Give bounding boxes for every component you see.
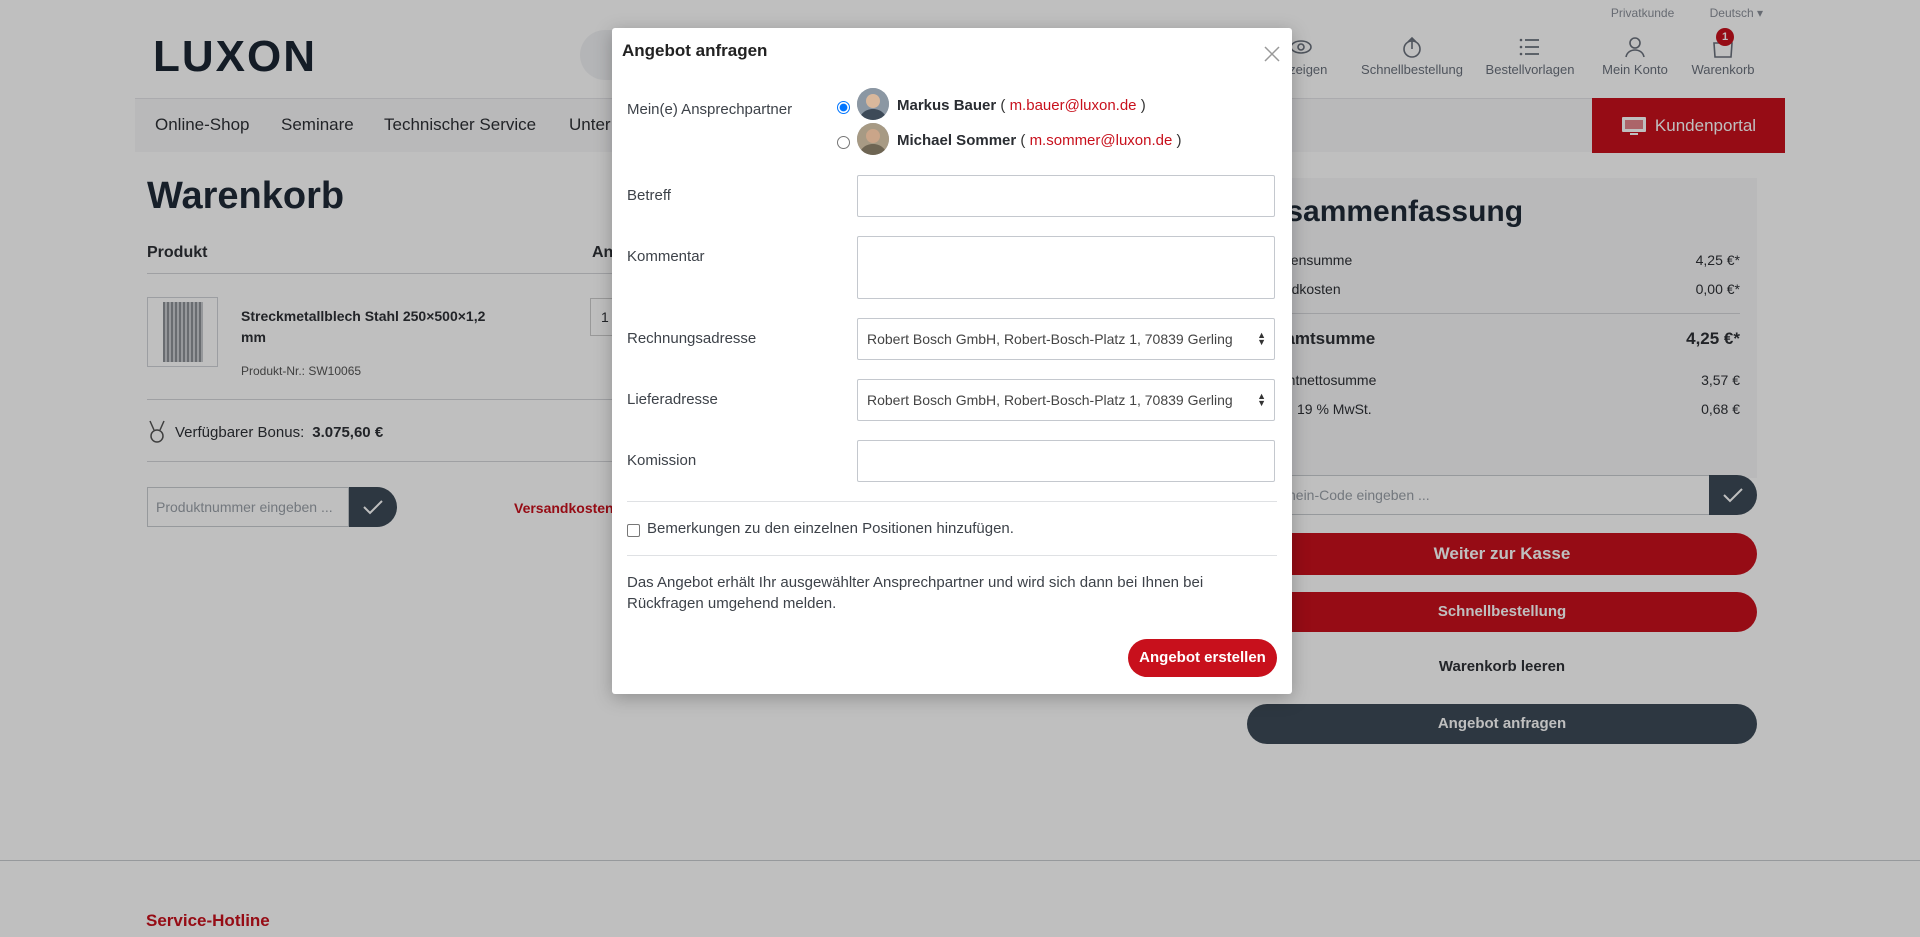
close-icon [1264,46,1280,62]
comment-label: Kommentar [627,248,705,265]
info-note: Das Angebot erhält Ihr ausgewählter Ansp… [627,574,1204,612]
close-button[interactable] [1260,42,1284,66]
subject-label: Betreff [627,187,671,204]
contact-bauer: Markus Bauer ( m.bauer@luxon.de ) [897,97,1146,114]
comment-textarea[interactable] [857,236,1275,299]
billing-address-select[interactable]: Robert Bosch GmbH, Robert-Bosch-Platz 1,… [857,318,1275,360]
commission-label: Komission [627,452,697,469]
billing-address-value: Robert Bosch GmbH, Robert-Bosch-Platz 1,… [867,331,1233,347]
divider [627,501,1277,502]
select-arrows-icon: ▲ ▼ [1257,391,1266,408]
avatar [857,123,889,155]
commission-input[interactable] [857,440,1275,482]
subject-input[interactable] [857,175,1275,217]
create-quote-button[interactable]: Angebot erstellen [1128,639,1277,677]
contact-radio-bauer[interactable] [837,101,850,114]
divider [627,555,1277,556]
contact-email-link[interactable]: m.sommer@luxon.de [1030,132,1173,149]
select-arrows-icon: ▲ ▼ [1257,330,1266,347]
avatar [857,88,889,120]
contact-label: Mein(e) Ansprechpartner [627,101,793,118]
delivery-address-label: Lieferadresse [627,391,718,408]
delivery-address-value: Robert Bosch GmbH, Robert-Bosch-Platz 1,… [867,392,1233,408]
contact-email-link[interactable]: m.bauer@luxon.de [1010,97,1137,114]
delivery-address-select[interactable]: Robert Bosch GmbH, Robert-Bosch-Platz 1,… [857,379,1275,421]
contact-name: Markus Bauer [897,97,997,114]
modal-title: Angebot anfragen [622,41,768,60]
request-quote-modal: Angebot anfragen Mein(e) Ansprechpartner… [612,28,1292,694]
contact-radio-sommer[interactable] [837,136,850,149]
contact-sommer: Michael Sommer ( m.sommer@luxon.de ) [897,132,1182,149]
remarks-checkbox-label[interactable]: Bemerkungen zu den einzelnen Positionen … [647,520,1014,537]
contact-name: Michael Sommer [897,132,1017,149]
remarks-checkbox[interactable] [627,524,640,537]
billing-address-label: Rechnungsadresse [627,330,757,347]
